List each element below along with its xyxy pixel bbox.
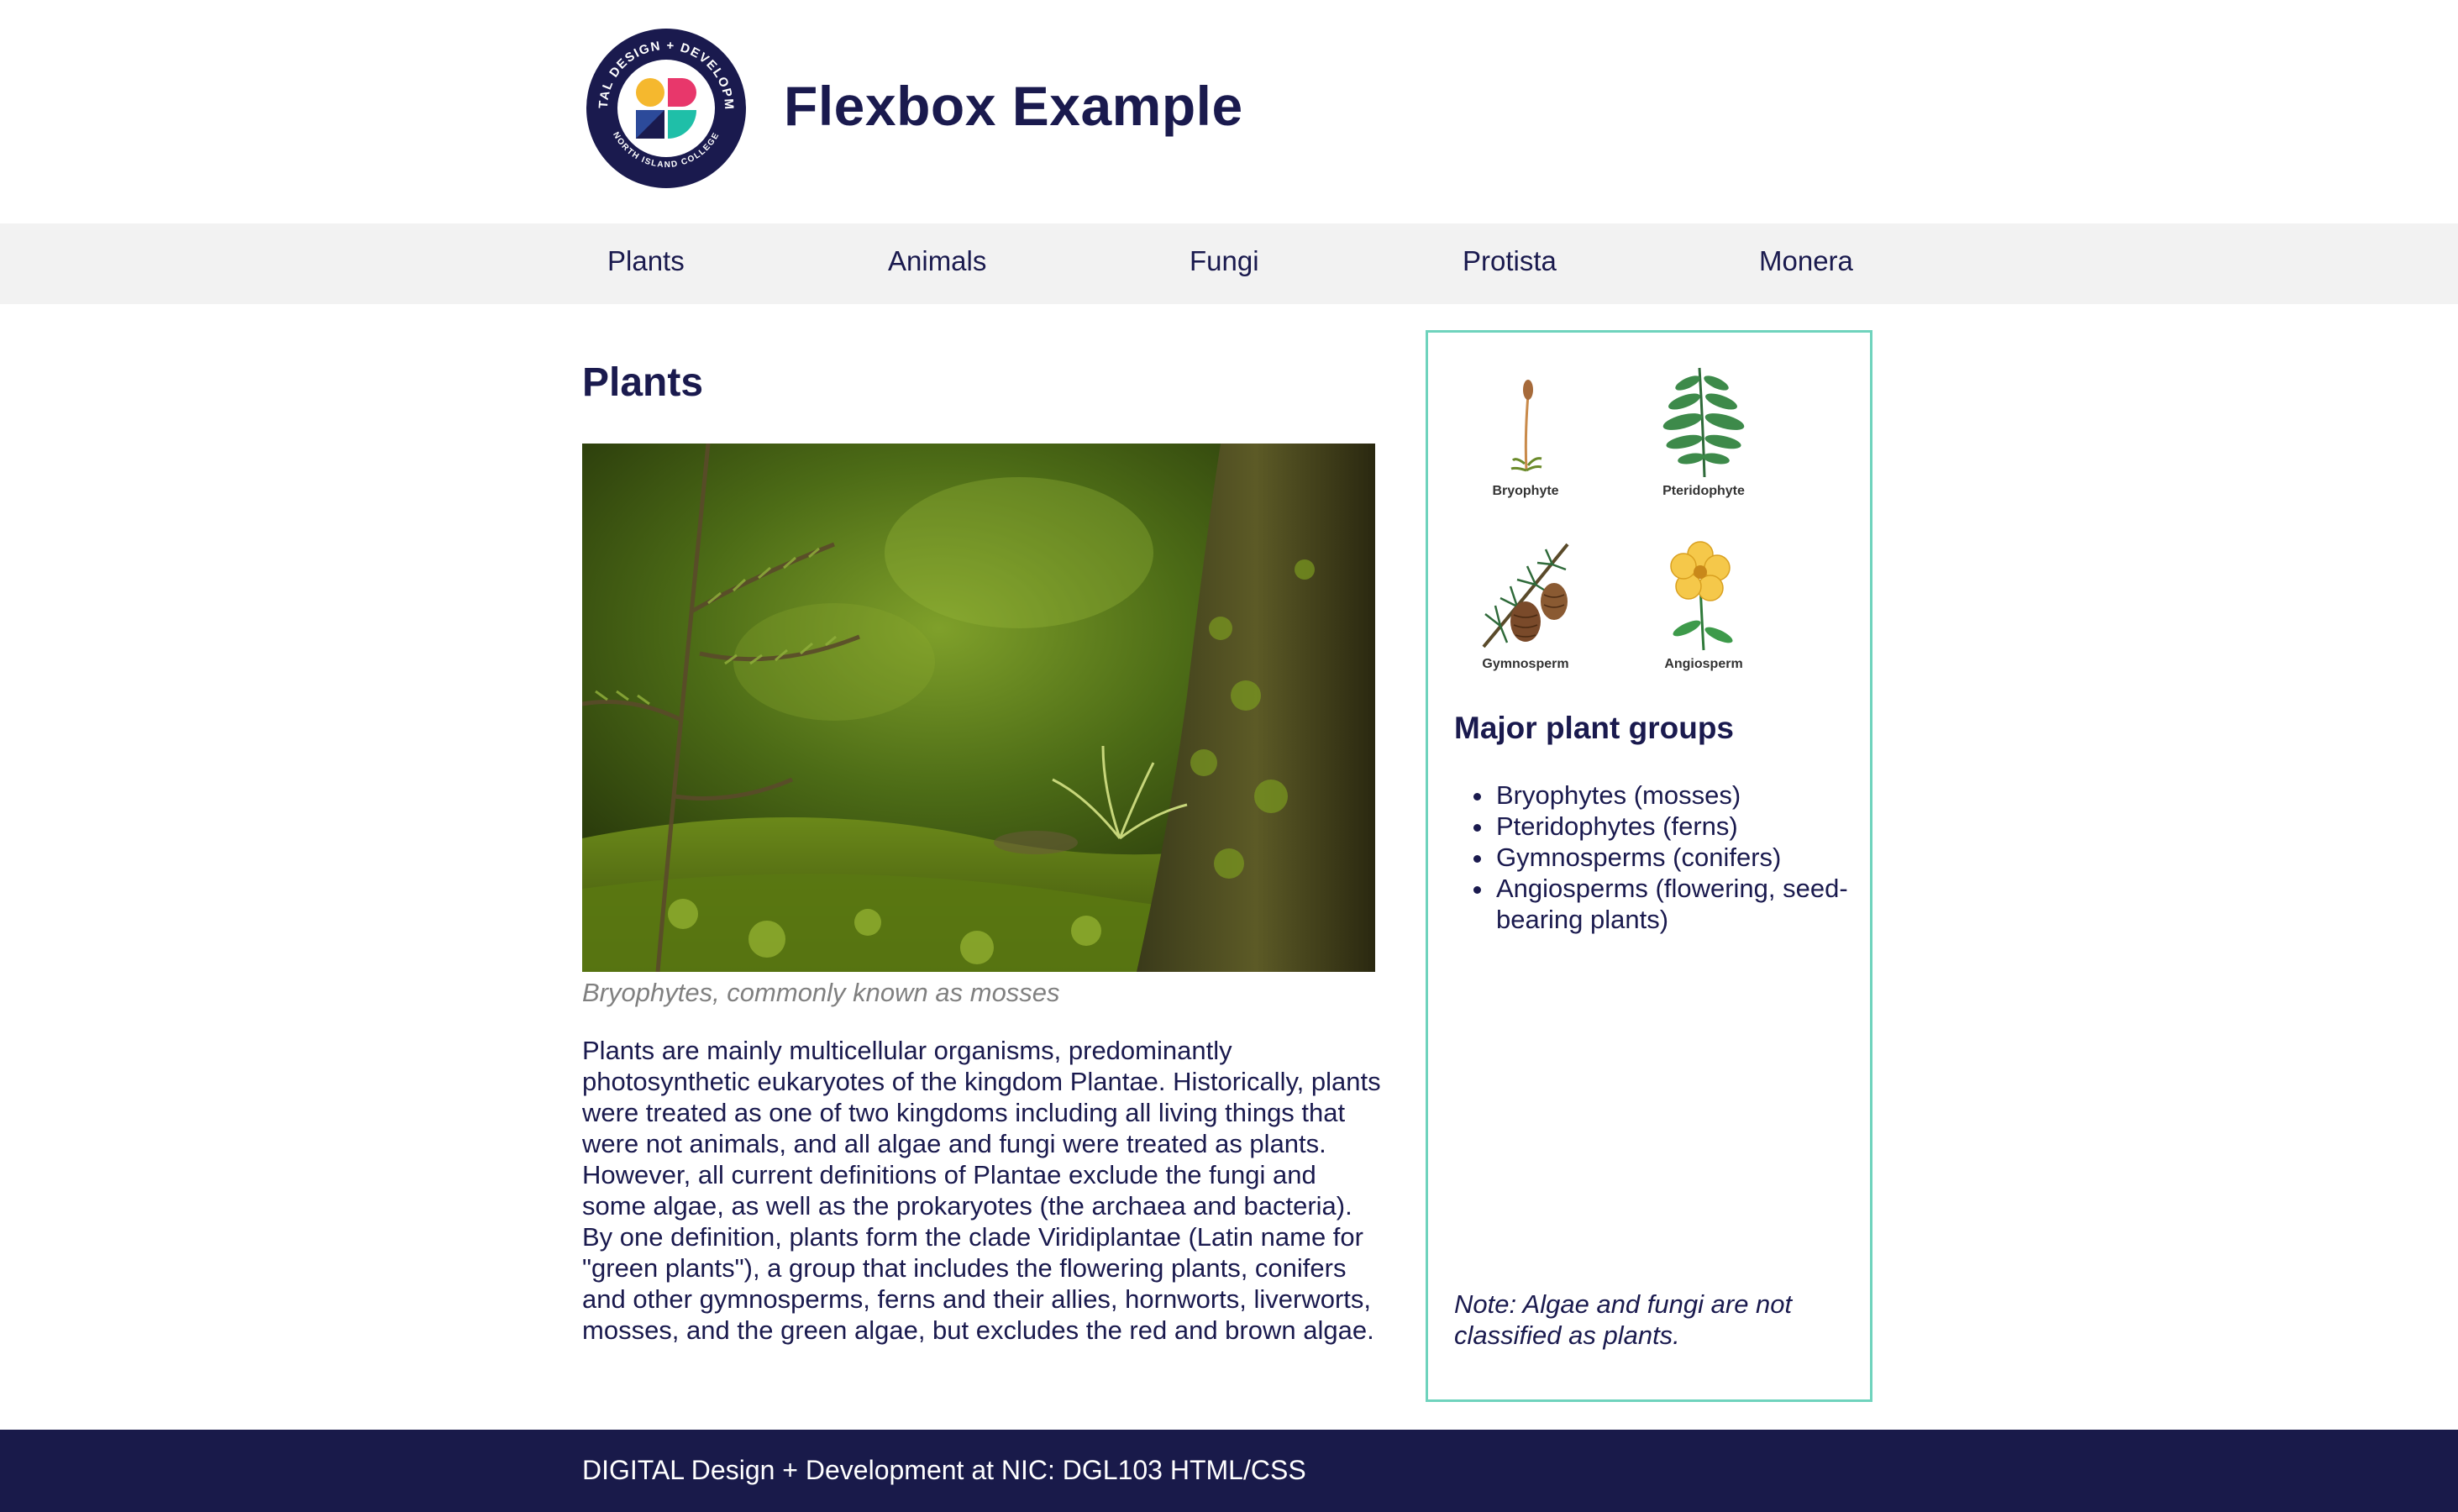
moss-photo-illustration: [582, 444, 1375, 972]
nav-item-protista[interactable]: Protista: [1463, 245, 1557, 277]
plant-card-label: Pteridophyte: [1662, 484, 1745, 498]
page: DIGITAL DESIGN + DEVELOPMENT NORTH ISLAN…: [0, 0, 2458, 1512]
main-nav: Plants Animals Fungi Protista Monera: [0, 223, 2458, 304]
section-body: Plants are mainly multicellular organism…: [582, 1036, 1381, 1345]
site-footer: DIGITAL Design + Development at NIC: DGL…: [0, 1430, 2458, 1512]
list-item: Gymnosperms (conifers): [1494, 842, 1881, 873]
plant-card-gymnosperm: Gymnosperm: [1467, 538, 1584, 672]
moss-icon: [1510, 380, 1542, 472]
plant-card-angiosperm: Angiosperm: [1645, 538, 1762, 672]
sidebar-title: Major plant groups: [1454, 711, 1734, 745]
site-title: Flexbox Example: [784, 75, 1243, 137]
list-item: Angiosperms (flowering, seed-bearing pla…: [1494, 873, 1881, 935]
plant-groups-sidebar: Bryophyte Pteridophyte Gymnosperm Angios…: [1426, 330, 1872, 1402]
sidebar-note: Note: Algae and fungi are not classified…: [1454, 1289, 1793, 1350]
photo-caption: Bryophytes, commonly known as mosses: [582, 978, 1060, 1007]
plant-card-bryophyte: Bryophyte: [1467, 370, 1584, 499]
plant-card-pteridophyte: Pteridophyte: [1645, 363, 1762, 499]
plant-card-label: Gymnosperm: [1482, 657, 1569, 671]
footer-text: DIGITAL Design + Development at NIC: DGL…: [582, 1455, 1306, 1485]
fern-icon: [1662, 367, 1745, 478]
plant-card-label: Bryophyte: [1492, 484, 1559, 498]
nav-item-animals[interactable]: Animals: [888, 245, 986, 277]
nav-item-plants[interactable]: Plants: [607, 245, 685, 277]
flower-icon: [1670, 541, 1733, 651]
site-header: DIGITAL DESIGN + DEVELOPMENT NORTH ISLAN…: [0, 0, 2458, 223]
nav-item-fungi[interactable]: Fungi: [1190, 245, 1259, 277]
moss-photo: [582, 444, 1375, 972]
list-item: Pteridophytes (ferns): [1494, 811, 1881, 842]
plant-card-label: Angiosperm: [1664, 657, 1743, 671]
plant-groups-list: Bryophytes (mosses) Pteridophytes (ferns…: [1454, 780, 1881, 935]
pinecone-icon: [1482, 543, 1569, 648]
nav-item-monera[interactable]: Monera: [1759, 245, 1853, 277]
list-item: Bryophytes (mosses): [1494, 780, 1881, 811]
section-title: Plants: [582, 360, 704, 405]
college-logo[interactable]: DIGITAL DESIGN + DEVELOPMENT NORTH ISLAN…: [586, 29, 746, 188]
